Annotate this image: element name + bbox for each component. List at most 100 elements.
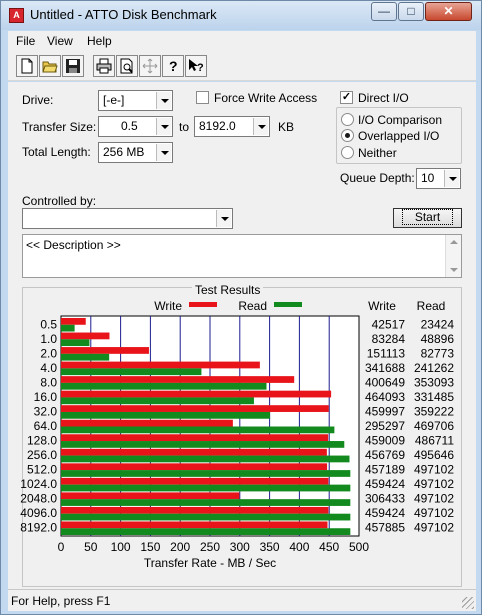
legend-read-label: Read bbox=[238, 299, 267, 313]
write-bar bbox=[61, 390, 332, 398]
menu-help[interactable]: Help bbox=[87, 34, 112, 48]
print-icon bbox=[96, 58, 112, 74]
read-bar bbox=[61, 426, 335, 434]
read-bar bbox=[61, 470, 351, 477]
new-button[interactable] bbox=[16, 55, 38, 77]
y-tick-label: 16.0 bbox=[34, 390, 58, 404]
save-icon bbox=[66, 59, 80, 73]
y-tick-label: 0.5 bbox=[40, 317, 57, 331]
x-tick-label: 150 bbox=[140, 540, 160, 554]
y-tick-label: 32.0 bbox=[34, 404, 58, 418]
x-tick-label: 400 bbox=[289, 540, 309, 554]
svg-text:?: ? bbox=[169, 58, 178, 74]
write-value: 459997 bbox=[365, 404, 405, 418]
y-tick-label: 8.0 bbox=[40, 375, 57, 389]
read-value: 331485 bbox=[414, 390, 454, 404]
title-bar[interactable]: A Untitled - ATTO Disk Benchmark — □ ✕ bbox=[1, 1, 481, 30]
y-tick-label: 1024.0 bbox=[20, 477, 57, 491]
read-value: 497102 bbox=[414, 521, 454, 535]
read-bar bbox=[61, 382, 267, 390]
read-bar bbox=[61, 353, 110, 361]
context-help-button[interactable]: ? bbox=[185, 55, 207, 77]
context-help-icon: ? bbox=[189, 59, 204, 74]
write-bar bbox=[61, 492, 240, 500]
print-preview-button[interactable] bbox=[116, 55, 138, 77]
write-bar bbox=[61, 434, 329, 442]
move-button[interactable] bbox=[139, 55, 161, 77]
read-value: 241262 bbox=[414, 361, 454, 375]
read-bar bbox=[61, 339, 90, 347]
write-value: 464093 bbox=[365, 390, 405, 404]
read-bar bbox=[61, 368, 202, 376]
write-bar bbox=[61, 506, 329, 514]
write-bar bbox=[61, 448, 327, 456]
read-value: 497102 bbox=[414, 477, 454, 491]
status-bar: For Help, press F1 bbox=[8, 589, 476, 611]
menu-bar: File View Help bbox=[8, 31, 476, 51]
y-tick-label: 256.0 bbox=[27, 448, 57, 462]
write-bar bbox=[61, 361, 260, 369]
open-icon bbox=[42, 61, 58, 73]
y-tick-label: 4096.0 bbox=[20, 506, 57, 520]
x-axis-label: Transfer Rate - MB / Sec bbox=[144, 556, 276, 570]
x-tick-label: 0 bbox=[58, 540, 65, 554]
read-value: 359222 bbox=[414, 404, 454, 418]
read-bar bbox=[61, 528, 351, 535]
menu-file[interactable]: File bbox=[16, 34, 35, 48]
print-preview-icon bbox=[120, 58, 133, 74]
window-title: Untitled - ATTO Disk Benchmark bbox=[30, 7, 217, 22]
y-tick-label: 4.0 bbox=[40, 361, 57, 375]
maximize-button[interactable]: □ bbox=[398, 2, 424, 21]
help-button[interactable]: ? bbox=[162, 55, 184, 77]
write-bar bbox=[61, 376, 295, 383]
read-value: 497102 bbox=[414, 463, 454, 477]
write-bar bbox=[61, 347, 149, 354]
save-button[interactable] bbox=[62, 55, 84, 77]
new-icon bbox=[21, 58, 33, 74]
print-button[interactable] bbox=[93, 55, 115, 77]
x-tick-label: 250 bbox=[200, 540, 220, 554]
read-value: 486711 bbox=[415, 434, 454, 448]
help-icon: ? bbox=[169, 58, 178, 74]
write-value: 459424 bbox=[365, 477, 405, 491]
read-bar bbox=[61, 411, 271, 419]
read-value: 497102 bbox=[414, 506, 454, 520]
open-button[interactable] bbox=[39, 55, 61, 77]
column-header-write: Write bbox=[368, 299, 396, 313]
write-value: 151113 bbox=[367, 346, 406, 360]
resize-grip-icon[interactable] bbox=[462, 597, 474, 609]
read-value: 353093 bbox=[414, 375, 454, 389]
read-value: 497102 bbox=[414, 492, 454, 506]
read-bar bbox=[61, 484, 351, 492]
write-value: 456769 bbox=[365, 448, 405, 462]
write-bar bbox=[61, 405, 329, 412]
read-value: 23424 bbox=[421, 317, 455, 331]
main-panel: Drive: [-e-] Force Write Access ✓ Direct… bbox=[8, 82, 476, 589]
write-value: 306433 bbox=[365, 492, 405, 506]
read-bar bbox=[61, 441, 345, 448]
legend-write-swatch bbox=[189, 302, 217, 307]
x-tick-label: 100 bbox=[111, 540, 131, 554]
y-tick-label: 1.0 bbox=[40, 332, 57, 346]
x-tick-label: 200 bbox=[170, 540, 190, 554]
x-tick-label: 350 bbox=[260, 540, 280, 554]
write-value: 42517 bbox=[372, 317, 406, 331]
app-window: A Untitled - ATTO Disk Benchmark — □ ✕ F… bbox=[0, 0, 482, 615]
x-tick-label: 500 bbox=[349, 540, 369, 554]
menu-view[interactable]: View bbox=[47, 34, 73, 48]
read-value: 469706 bbox=[414, 419, 454, 433]
svg-text:?: ? bbox=[197, 62, 204, 74]
minimize-button[interactable]: — bbox=[371, 2, 397, 21]
write-bar bbox=[61, 477, 329, 485]
y-tick-label: 2048.0 bbox=[20, 492, 57, 506]
y-tick-label: 8192.0 bbox=[20, 521, 57, 535]
write-value: 341688 bbox=[365, 361, 405, 375]
x-tick-label: 300 bbox=[230, 540, 250, 554]
read-bar bbox=[61, 513, 351, 521]
close-button[interactable]: ✕ bbox=[425, 2, 472, 21]
x-tick-label: 50 bbox=[84, 540, 98, 554]
status-text: For Help, press F1 bbox=[11, 594, 111, 608]
write-value: 457885 bbox=[365, 521, 405, 535]
column-header-read: Read bbox=[417, 299, 446, 313]
atto-app-icon[interactable]: A bbox=[9, 8, 24, 23]
